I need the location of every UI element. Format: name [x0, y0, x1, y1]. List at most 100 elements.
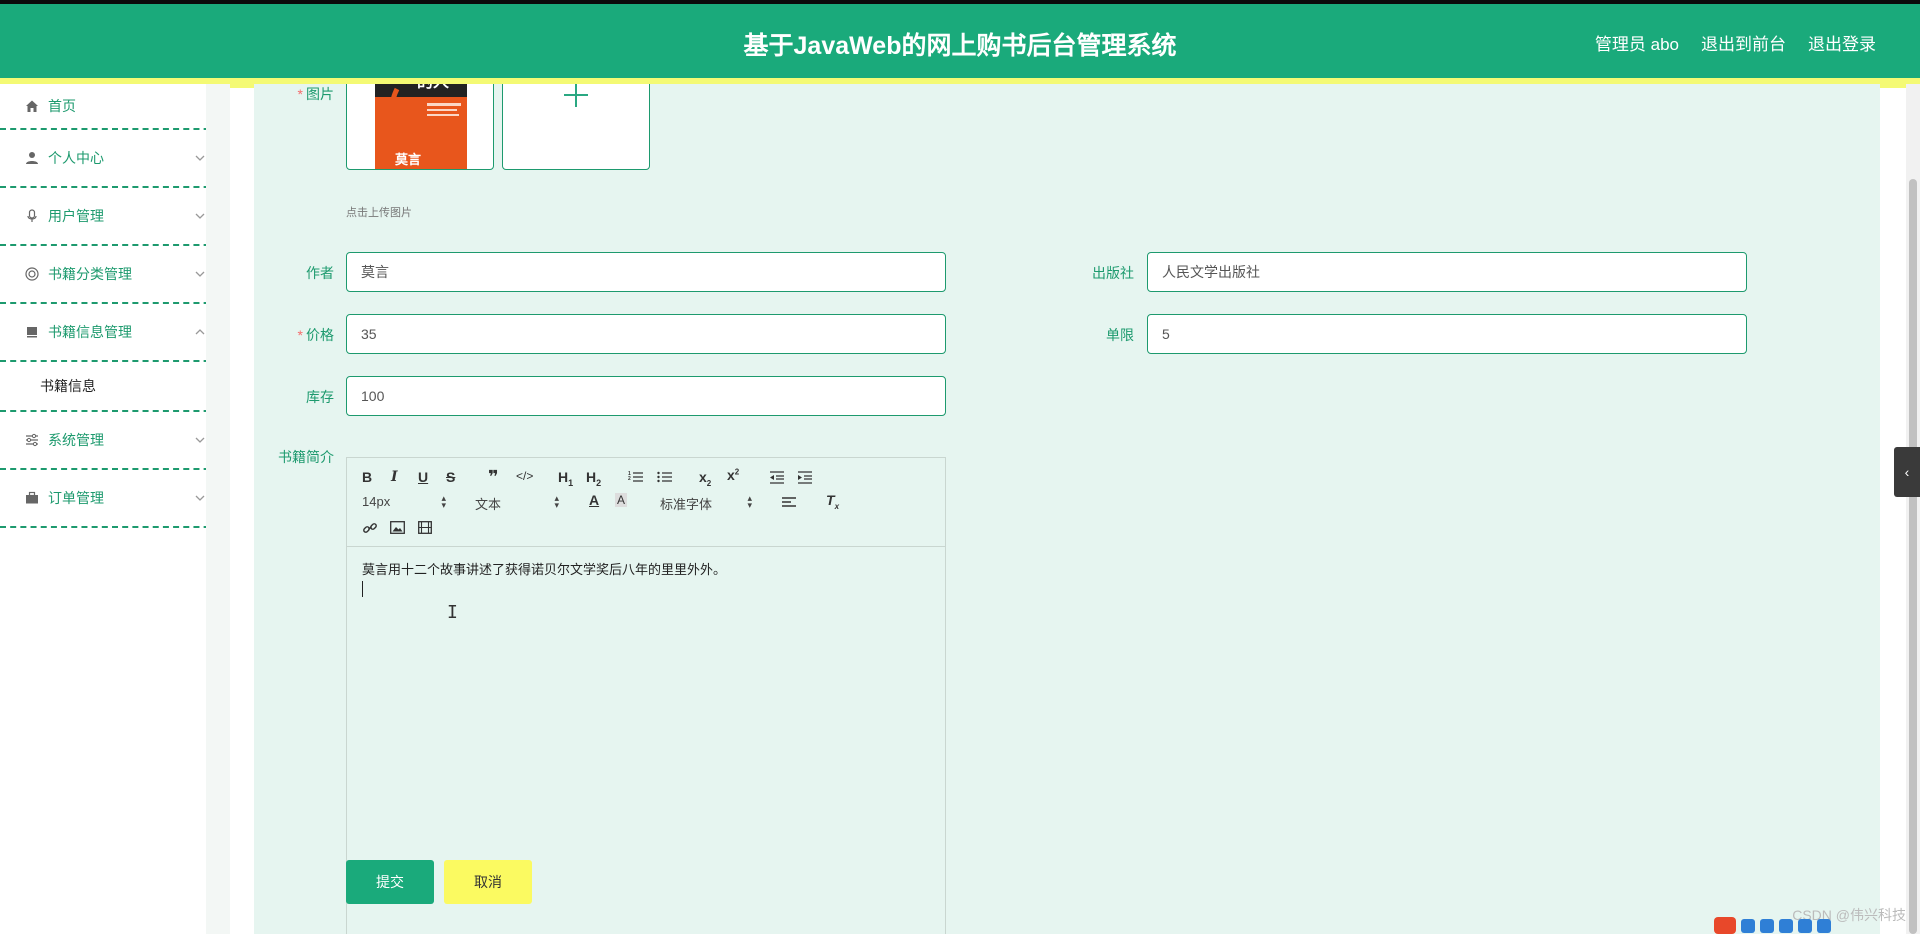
tray-icon[interactable] [1741, 918, 1755, 933]
sidebar-item-user-management[interactable]: 用户管理 [0, 188, 230, 246]
tray-icon[interactable] [1760, 918, 1774, 933]
cancel-button[interactable]: 取消 [444, 860, 532, 904]
sidebar-item-label: 书籍分类管理 [48, 266, 132, 282]
sidebar-item-label: 订单管理 [48, 490, 104, 506]
code-block-button[interactable]: </> [516, 469, 533, 483]
author-input[interactable]: 莫言 [346, 252, 946, 292]
sidebar-item-system-management[interactable]: 系统管理 [0, 412, 230, 470]
plus-icon [564, 84, 588, 107]
image-label: * 图片 [297, 86, 334, 102]
sidebar-item-label: 书籍信息管理 [48, 324, 132, 340]
video-icon[interactable] [418, 521, 432, 534]
tray-icon[interactable] [1779, 918, 1793, 933]
upload-image-button[interactable] [502, 84, 650, 170]
sidebar-gutter [206, 84, 230, 934]
underline-button[interactable]: U [418, 469, 428, 485]
strikethrough-button[interactable]: S [446, 469, 455, 485]
publisher-input[interactable]: 人民文学出版社 [1147, 252, 1747, 292]
chevron-left-icon: ‹ [1904, 464, 1910, 480]
intro-label: 书籍简介 [278, 449, 334, 465]
sidebar-item-book-info-management[interactable]: 书籍信息管理 [0, 304, 230, 362]
price-input[interactable]: 35 [346, 314, 946, 354]
author-value: 莫言 [361, 264, 389, 280]
stock-label: 库存 [306, 389, 334, 405]
briefcase-icon [24, 490, 40, 506]
circle-icon [24, 266, 40, 282]
superscript-button[interactable]: x2 [727, 467, 739, 483]
sidebar-item-label: 用户管理 [48, 208, 104, 224]
sidebar-item-home[interactable]: 首页 [0, 84, 230, 130]
cover-author-text: 莫言 [394, 152, 421, 168]
font-color-button[interactable]: A [589, 492, 599, 508]
text-caret [362, 581, 363, 597]
sidebar-item-personal-center[interactable]: 个人中心 [0, 130, 230, 188]
sidebar-item-label: 首页 [48, 98, 76, 114]
stock-value: 100 [361, 388, 385, 404]
admin-user-label[interactable]: 管理员 abo [1595, 30, 1679, 55]
editor-toolbar: B I U S ❞ </> H1 H2 12 x2 x2 14px ▴ ▾ 文本 ▴ ▾… [347, 458, 945, 547]
cover-title-text: 的人 [417, 84, 450, 91]
ordered-list-icon[interactable]: 12 [628, 470, 644, 484]
publisher-value: 人民文学出版社 [1162, 264, 1260, 280]
font-size-value: 14px [362, 494, 391, 509]
book-icon [24, 324, 40, 340]
editor-content-area[interactable]: 莫言用十二个故事讲述了获得诺贝尔文学奖后八年的里里外外。 I [347, 547, 945, 934]
subscript-button[interactable]: x2 [699, 469, 711, 488]
select-arrows-icon: ▴ ▾ [441, 493, 446, 510]
sidebar-item-label: 个人中心 [48, 150, 104, 166]
font-family-value: 标准字体 [660, 497, 713, 512]
limit-label: 单限 [1106, 327, 1134, 343]
limit-value: 5 [1162, 326, 1170, 342]
heading1-button[interactable]: H1 [558, 469, 573, 488]
input-method-icon[interactable] [1714, 917, 1736, 934]
outdent-icon[interactable] [769, 470, 785, 484]
book-cover-image: 的人 莫言 [375, 84, 467, 169]
italic-button[interactable]: I [391, 469, 398, 485]
image-icon[interactable] [390, 521, 405, 534]
header-links: 管理员 abo 退出到前台 退出登录 [1595, 30, 1876, 55]
svg-text:2: 2 [628, 476, 631, 482]
editor-text: 莫言用十二个故事讲述了获得诺贝尔文学奖后八年的里里外外。 [362, 562, 727, 577]
price-value: 35 [361, 326, 377, 342]
sidebar-item-category-management[interactable]: 书籍分类管理 [0, 246, 230, 304]
rich-text-editor: B I U S ❞ </> H1 H2 12 x2 x2 14px ▴ ▾ 文本 ▴ ▾… [346, 457, 946, 934]
font-family-select[interactable]: 标准字体 ▴ ▾ [660, 494, 752, 513]
sidebar-item-label: 系统管理 [48, 432, 104, 448]
home-icon [24, 98, 40, 114]
text-cursor-icon: I [447, 602, 458, 623]
sidebar-subitem-book-info[interactable]: 书籍信息 [0, 362, 230, 412]
scrollbar-thumb[interactable] [1909, 179, 1917, 934]
heading2-button[interactable]: H2 [586, 469, 601, 488]
tray-icon[interactable] [1798, 918, 1812, 933]
page-scrollbar[interactable] [1906, 84, 1920, 934]
price-label: * 价格 [297, 327, 334, 343]
user-icon [24, 150, 40, 166]
sliders-icon [24, 432, 40, 448]
blockquote-button[interactable]: ❞ [488, 467, 499, 488]
tray-icon[interactable] [1817, 918, 1831, 933]
upload-hint: 点击上传图片 [346, 207, 412, 219]
background-color-button[interactable]: A [615, 493, 628, 507]
sidebar: 首页 个人中心 用户管理 书籍分类管理 书籍信息管理 书籍信息 系统管理 订单管… [0, 84, 230, 934]
side-panel-toggle[interactable]: ‹ [1894, 447, 1920, 497]
uploaded-image-thumbnail[interactable]: 的人 莫言 [346, 84, 494, 170]
link-icon[interactable] [362, 520, 378, 536]
logout-link[interactable]: 退出登录 [1808, 30, 1876, 55]
microphone-icon [24, 208, 40, 224]
publisher-label: 出版社 [1092, 265, 1134, 281]
block-type-select[interactable]: 文本 ▴ ▾ [475, 494, 559, 513]
exit-to-frontend-link[interactable]: 退出到前台 [1701, 30, 1786, 55]
bold-button[interactable]: B [362, 469, 372, 485]
clear-format-button[interactable]: Tx [826, 492, 839, 511]
bullet-list-icon[interactable] [657, 470, 673, 484]
stock-input[interactable]: 100 [346, 376, 946, 416]
sidebar-item-order-management[interactable]: 订单管理 [0, 470, 230, 528]
block-type-value: 文本 [475, 497, 502, 512]
select-arrows-icon: ▴ ▾ [554, 493, 559, 510]
submit-button[interactable]: 提交 [346, 860, 434, 904]
main-content: *图片 的人 莫言 点击上传图片 作者 莫言 出版社 人民文学出版社 *价格 3… [254, 84, 1880, 934]
indent-icon[interactable] [797, 470, 813, 484]
font-size-select[interactable]: 14px ▴ ▾ [362, 493, 446, 510]
limit-input[interactable]: 5 [1147, 314, 1747, 354]
align-icon[interactable] [781, 496, 797, 510]
